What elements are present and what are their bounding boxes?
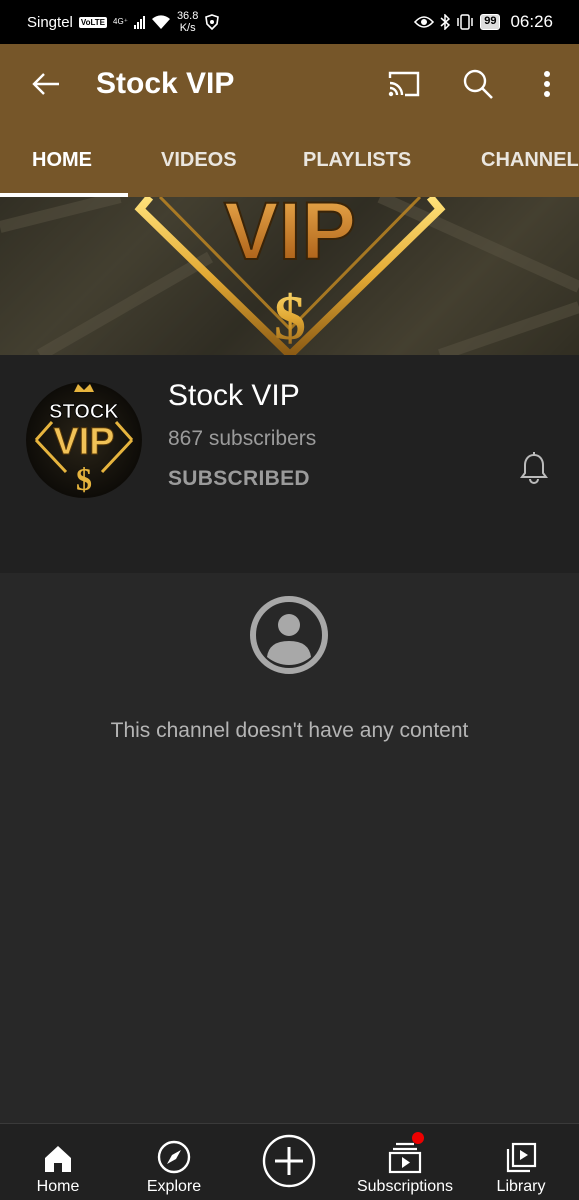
new-content-badge xyxy=(412,1132,424,1144)
search-button[interactable] xyxy=(441,44,515,124)
channel-avatar[interactable]: STOCK VIP $ xyxy=(26,382,142,498)
back-arrow-icon xyxy=(32,73,59,95)
channel-content: This channel doesn't have any content xyxy=(0,573,579,1123)
nav-create[interactable] xyxy=(249,1124,329,1200)
empty-state-message: This channel doesn't have any content xyxy=(110,719,469,742)
cast-icon xyxy=(388,71,420,97)
app-bar: Stock VIP xyxy=(0,44,579,124)
banner-vip-text: VIP xyxy=(224,197,356,277)
carrier-label: Singtel xyxy=(27,13,73,31)
more-vert-icon xyxy=(544,71,550,97)
tab-videos[interactable]: VIDEOS xyxy=(161,124,237,197)
nav-explore-label: Explore xyxy=(146,1178,202,1195)
home-icon xyxy=(45,1146,71,1172)
page-title: Stock VIP xyxy=(96,67,235,100)
tab-channels[interactable]: CHANNEL xyxy=(481,124,579,197)
eye-comfort-icon xyxy=(414,16,435,28)
battery-level: 99 xyxy=(480,14,501,30)
network-type: 4G⁺ xyxy=(113,17,128,26)
avatar-vip-text: VIP xyxy=(53,421,114,463)
compass-icon xyxy=(157,1140,191,1174)
clock: 06:26 xyxy=(510,12,553,31)
network-speed: 36.8 K/s xyxy=(176,10,199,34)
back-button[interactable] xyxy=(0,44,92,124)
bottom-navigation: Home Explore Subscriptions Library xyxy=(0,1123,579,1200)
banner-dollar-sign: $ xyxy=(274,282,306,353)
nav-subscriptions[interactable]: Subscriptions xyxy=(350,1124,460,1200)
nav-subscriptions-label: Subscriptions xyxy=(356,1178,454,1195)
volte-badge: VoLTE xyxy=(78,16,108,28)
avatar-dollar-sign: $ xyxy=(76,461,92,497)
subscriptions-icon xyxy=(388,1142,422,1174)
bluetooth-icon xyxy=(440,14,451,30)
tab-home[interactable]: HOME xyxy=(32,124,92,197)
channel-header: STOCK VIP $ Stock VIP 867 subscribers SU… xyxy=(0,355,579,573)
signal-icon xyxy=(133,15,145,29)
banner-art: VIP $ xyxy=(0,197,579,355)
status-bar: Singtel VoLTE 4G⁺ 36.8 K/s 99 06:26 xyxy=(0,0,579,44)
notification-bell-button[interactable] xyxy=(516,450,552,486)
nav-library[interactable]: Library xyxy=(481,1124,561,1200)
library-icon xyxy=(506,1142,537,1173)
channel-tabs: HOME VIDEOS PLAYLISTS CHANNEL xyxy=(0,124,579,197)
status-right: 99 06:26 xyxy=(414,12,553,32)
nav-explore[interactable]: Explore xyxy=(134,1124,214,1200)
nav-home[interactable]: Home xyxy=(18,1124,98,1200)
subscriber-count: 867 subscribers xyxy=(168,427,317,450)
cast-button[interactable] xyxy=(367,44,441,124)
status-left: Singtel VoLTE 4G⁺ 36.8 K/s xyxy=(27,10,220,34)
channel-banner: VIP $ xyxy=(0,197,579,355)
create-plus-icon xyxy=(262,1134,316,1188)
tab-playlists[interactable]: PLAYLISTS xyxy=(303,124,411,197)
nav-home-label: Home xyxy=(36,1178,80,1195)
account-circle-icon xyxy=(250,596,328,674)
channel-name: Stock VIP xyxy=(168,379,300,412)
subscribed-button[interactable]: SUBSCRIBED xyxy=(168,467,310,491)
bell-icon xyxy=(520,452,548,484)
more-options-button[interactable] xyxy=(515,44,579,124)
avatar-stock-text: STOCK xyxy=(49,401,119,423)
wifi-icon xyxy=(151,15,170,29)
nav-library-label: Library xyxy=(496,1178,546,1195)
search-icon xyxy=(463,69,493,99)
avatar-logo: STOCK VIP $ xyxy=(34,384,134,497)
vpn-shield-icon xyxy=(205,14,220,30)
vibrate-icon xyxy=(457,14,473,30)
